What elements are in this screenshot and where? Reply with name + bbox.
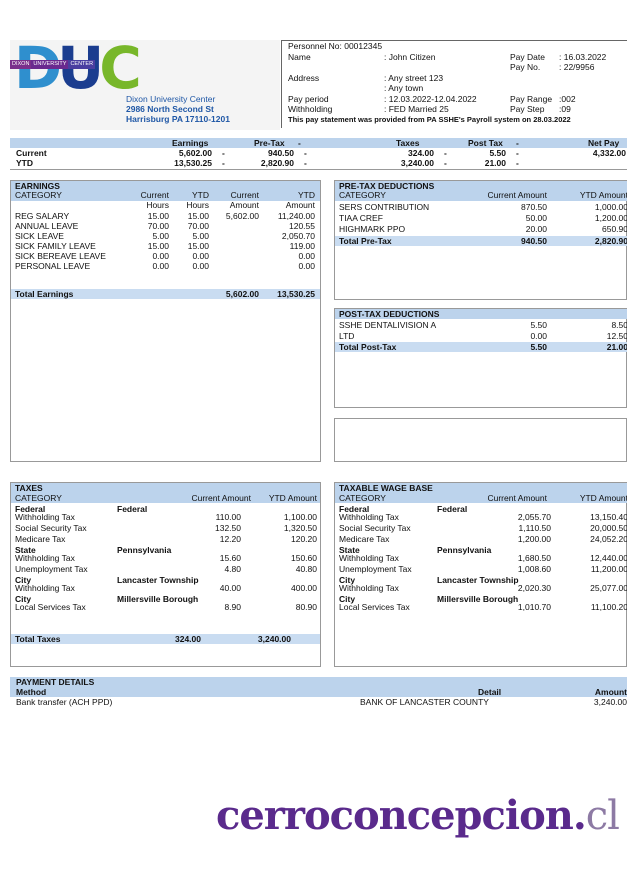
personnel-no: Personnel No: 00012345 <box>288 41 383 51</box>
wage-base-section: TAXABLE WAGE BASE CATEGORY Current Amoun… <box>334 482 627 667</box>
pretax-row: SERS CONTRIBUTION <box>339 202 430 212</box>
taxes-section: TAXES CATEGORY Current Amount YTD Amount… <box>10 482 321 667</box>
jurisdiction: Federal <box>437 504 468 514</box>
employee-name: : John Citizen <box>384 52 436 62</box>
posttax-row: LTD <box>339 331 355 341</box>
tax-row-label: Social Security Tax <box>339 523 411 533</box>
posttax-section: POST-TAX DEDUCTIONS Total Post-Tax 5.50 … <box>334 308 627 408</box>
tax-row-label: Unemployment Tax <box>339 564 412 574</box>
watermark: cerroconcepcion.cl <box>216 792 620 839</box>
tax-row-label: Medicare Tax <box>339 534 390 544</box>
empty-box <box>334 418 627 462</box>
tax-row-label: Medicare Tax <box>15 534 66 544</box>
employee-info: Personnel No: 00012345 Name : John Citiz… <box>281 40 627 128</box>
provided-note: This pay statement was provided from PA … <box>288 115 571 124</box>
tax-row-label: Withholding Tax <box>339 583 399 593</box>
total-earnings-label: Total Earnings <box>15 289 74 299</box>
pay-date: : 16.03.2022 <box>559 52 607 62</box>
posttax-row: SSHE DENTALIVISION A <box>339 320 437 330</box>
tax-row-label: Local Services Tax <box>339 602 410 612</box>
tax-row-label: Unemployment Tax <box>15 564 88 574</box>
university-city: Harrisburg PA 17110-1201 <box>126 114 230 124</box>
tax-row-label: Withholding Tax <box>15 512 75 522</box>
payment-method: Bank transfer (ACH PPD) <box>16 697 113 707</box>
tax-row-label: Withholding Tax <box>339 512 399 522</box>
pay-period: : 12.03.2022-12.04.2022 <box>384 94 477 104</box>
payment-details: PAYMENT DETAILS Method Detail Amount Ban… <box>10 677 627 711</box>
jurisdiction: Lancaster Township <box>117 575 199 585</box>
tax-row-label: Withholding Tax <box>339 553 399 563</box>
pretax-section: PRE-TAX DEDUCTIONS CATEGORY Current Amou… <box>334 180 627 300</box>
payment-bank: BANK OF LANCASTER COUNTY <box>360 697 489 707</box>
earnings-row: PERSONAL LEAVE <box>15 261 91 271</box>
jurisdiction: Millersville Borough <box>117 594 199 604</box>
university-street: 2986 North Second St <box>126 104 214 114</box>
earnings-row: ANNUAL LEAVE <box>15 221 79 231</box>
earnings-row: SICK BEREAVE LEAVE <box>15 251 106 261</box>
tax-row-label: Withholding Tax <box>15 553 75 563</box>
earnings-row: SICK FAMILY LEAVE <box>15 241 96 251</box>
tax-row-label: Withholding Tax <box>15 583 75 593</box>
summary-table: Earnings Pre-Tax - Taxes Post Tax - Net … <box>10 138 627 170</box>
tax-row-label: Social Security Tax <box>15 523 87 533</box>
pretax-row: TIAA CREF <box>339 213 383 223</box>
university-name: Dixon University Center <box>126 94 216 104</box>
jurisdiction: Federal <box>117 504 148 514</box>
jurisdiction: Pennsylvania <box>437 545 492 555</box>
jurisdiction: Pennsylvania <box>117 545 172 555</box>
university-address: Dixon University Center 2986 North Secon… <box>126 94 230 124</box>
earnings-row: REG SALARY <box>15 211 70 221</box>
payment-amount: 3,240.00 <box>593 697 627 707</box>
tax-row-label: Local Services Tax <box>15 602 86 612</box>
logo-band: DIXON UNIVERSITY CENTER <box>10 60 96 69</box>
earnings-section: EARNINGS CATEGORY Current YTD Current YT… <box>10 180 321 462</box>
pretax-row: HIGHMARK PPO <box>339 224 406 234</box>
earnings-row: SICK LEAVE <box>15 231 64 241</box>
